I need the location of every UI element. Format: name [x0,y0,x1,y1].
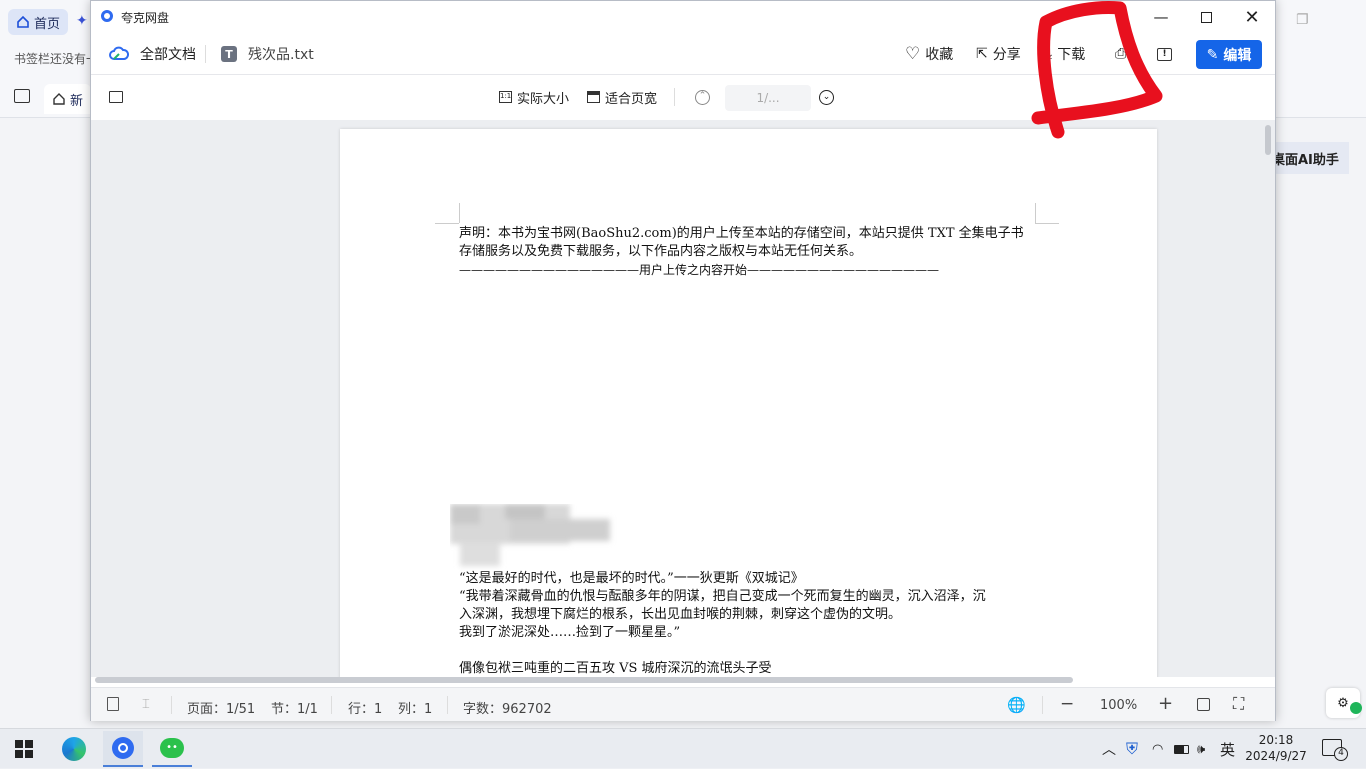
zoom-out-button[interactable]: − [1060,694,1074,714]
fullscreen-icon[interactable]: ⛶ [1233,694,1244,714]
home-icon [53,93,65,105]
share-button[interactable]: ⇱ 分享 [976,40,1021,68]
document-page: 声明：本书为宝书网(BaoShu2.com)的用户上传至本站的存储空间，本站只提… [340,129,1157,677]
divider [674,88,675,106]
doc-line: 入深渊，我想埋下腐烂的根系，长出见血封喉的荆棘，刺穿这个虚伪的文明。 [459,607,902,622]
prev-page-icon[interactable]: ⌃ [695,90,710,105]
doc-line: 我到了淤泥深处……捡到了一颗星星。” [459,625,681,640]
edge-icon [62,737,86,761]
battery-icon[interactable] [1174,729,1189,769]
divider [1042,696,1043,714]
ime-indicator[interactable]: 英 [1220,729,1235,769]
outline-panel-icon[interactable] [109,91,123,103]
status-bar: ⌶ 页面：1/51 节：1/1 行：1 列：1 字数：962702 🌐 − 10… [91,687,1275,721]
doc-line: 存储服务以及免费下载服务，以下作品内容之版权与本站无任何关系。 [459,244,863,259]
quark-logo-icon [101,10,113,22]
divider [447,696,448,714]
clock[interactable]: 20:18 2024/9/27 [1244,732,1308,764]
status-word-count: 字数：962702 [463,702,552,717]
divider [331,696,332,714]
fit-width-button[interactable]: 适合页宽 [587,83,657,111]
txt-file-icon: T [221,46,237,62]
browser-home-tab[interactable]: 首页 [8,9,69,35]
wechat-icon: •• [160,738,184,758]
heart-icon: ♡ [905,44,921,64]
page-number-input[interactable]: 1/... [725,85,811,111]
sparkle-icon[interactable]: ✦ [76,13,88,29]
document-view-icon[interactable] [107,697,119,711]
pencil-icon: ✎ [1206,46,1219,63]
fit-screen-icon[interactable] [1197,698,1210,711]
favorite-label: 收藏 [925,47,954,63]
restore-icon[interactable]: ❐ [1296,12,1309,28]
home-tab-label: 首页 [34,16,61,32]
volume-icon[interactable]: 🕪 [1197,729,1205,769]
fit-width-label: 适合页宽 [605,91,658,107]
status-section: 节：1/1 [271,702,318,717]
edge-app[interactable] [54,731,94,767]
network-icon[interactable]: ◠ [1152,729,1163,769]
browser-new-tab[interactable]: 新 [44,84,92,114]
maximize-icon [1200,11,1212,23]
status-dot-icon [1350,702,1362,714]
new-tab-label: 新 [70,93,84,109]
share-icon: ⇱ [976,46,988,62]
divider [205,45,206,63]
start-button[interactable] [4,731,44,767]
close-button[interactable]: ✕ [1229,5,1275,29]
wechat-app[interactable]: •• [152,731,192,767]
status-page: 页面：1/51 [187,702,256,717]
notification-count-badge: 4 [1334,747,1348,761]
doc-line: 偶像包袱三吨重的二百五攻 VS 城府深沉的流氓头子受 [459,661,772,676]
status-row: 行：1 [348,702,383,717]
edit-label: 编辑 [1223,47,1252,64]
next-page-icon[interactable]: ⌄ [819,90,834,105]
fit-width-icon [587,91,600,103]
file-name-crumb: T 残次品.txt [221,40,314,68]
zoom-level: 100% [1100,698,1138,713]
zoom-in-button[interactable]: + [1158,693,1173,714]
actual-size-label: 实际大小 [517,91,570,107]
quark-icon [112,737,134,759]
doc-line: “我带着深藏骨血的仇恨与酝酿多年的阴谋，把自己变成一个死而复生的幽灵，沉入沼泽，… [459,589,986,604]
page-margin-mark [459,203,460,223]
maximize-button[interactable] [1183,5,1229,29]
page-margin-mark [1035,203,1036,223]
divider [171,696,172,714]
globe-icon[interactable]: 🌐 [1007,696,1026,714]
actual-size-icon: 1:1 [499,91,512,103]
windows-icon [15,740,33,758]
red-annotation-mark [1031,1,1163,139]
clock-date: 2024/9/27 [1245,749,1307,763]
windows-taskbar: •• ︿ ⛨ ◠ 🕪 英 20:18 2024/9/27 4 [0,728,1366,768]
home-icon [17,15,29,28]
status-col: 列：1 [398,702,433,717]
doc-separator-line: ———————————————用户上传之内容开始———————————————— [459,263,940,277]
horizontal-scrollbar[interactable] [95,677,1073,683]
tray-overflow-icon[interactable]: ︿ [1102,729,1116,769]
vertical-scrollbar[interactable] [1265,125,1271,155]
doc-line: 声明：本书为宝书网(BaoShu2.com)的用户上传至本站的存储空间，本站只提… [459,226,1024,241]
sidebar-toggle-icon[interactable] [14,89,30,103]
edit-button[interactable]: ✎ 编辑 [1196,40,1262,69]
breadcrumb-root[interactable]: 全部文档 [109,40,196,68]
actual-size-button[interactable]: 1:1 实际大小 [499,83,569,111]
clock-time: 20:18 [1258,733,1294,747]
bookmark-bar-hint: 书签栏还没有一 [14,52,99,66]
page-layout-icon[interactable]: ⌶ [142,697,150,712]
share-label: 分享 [992,47,1021,63]
quark-app[interactable] [103,731,143,767]
document-viewport: 声明：本书为宝书网(BaoShu2.com)的用户上传至本站的存储空间，本站只提… [91,120,1275,677]
security-shield-icon[interactable]: ⛨ [1126,729,1138,769]
page-margin-mark [435,223,459,224]
doc-line: “这是最好的时代，也是最坏的时代。”一一狄更斯《双城记》 [459,571,804,586]
page-margin-mark [1035,223,1059,224]
blurred-cover-image [450,504,610,566]
cloud-icon [109,46,129,60]
file-name: 残次品.txt [248,47,314,63]
app-title: 夸克网盘 [121,11,170,25]
favorite-button[interactable]: ♡ 收藏 [905,40,953,68]
breadcrumb-root-label: 全部文档 [140,47,196,63]
